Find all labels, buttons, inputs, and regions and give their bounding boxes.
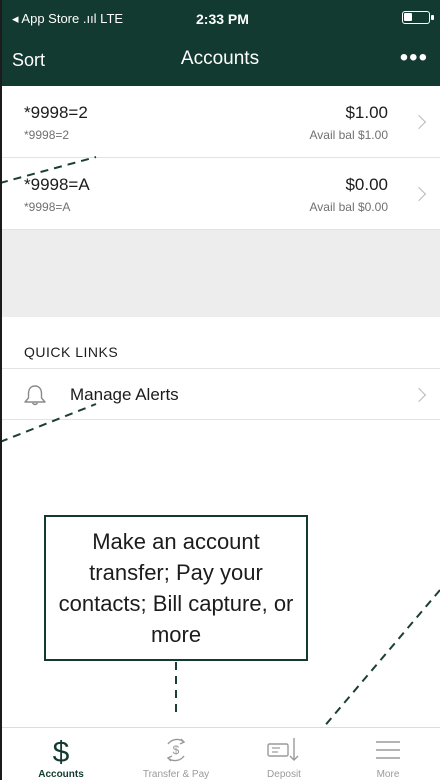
status-time: 2:33 PM [196, 11, 249, 27]
tab-accounts[interactable]: $ Accounts [11, 728, 111, 780]
more-options-button[interactable]: ••• [400, 44, 428, 72]
chevron-right-icon [411, 387, 427, 403]
bell-icon [22, 383, 48, 412]
transfer-pay-icon: $ [126, 732, 226, 766]
account-number: *9998=A [24, 200, 71, 214]
account-balance: $1.00 [345, 103, 388, 122]
account-number: *9998=2 [24, 128, 70, 142]
tab-transfer-pay[interactable]: $ Transfer & Pay [126, 728, 226, 780]
carrier-indicator[interactable]: ◂ App Store .ııl LTE [12, 11, 123, 27]
svg-text:$: $ [53, 736, 70, 766]
device-edge [0, 0, 2, 780]
header-bar: ◂ App Store .ııl LTE 2:33 PM Sort Accoun… [0, 0, 440, 86]
quick-link-manage-alerts[interactable]: Manage Alerts [0, 368, 440, 420]
account-row[interactable]: *9998=A *9998=A $0.00 Avail bal $0.00 [0, 158, 440, 230]
battery-level [404, 13, 412, 21]
annotation-callout: Make an account transfer; Pay your conta… [44, 515, 308, 661]
account-balance: $0.00 [345, 175, 388, 194]
svg-text:$: $ [173, 743, 180, 757]
section-divider [0, 230, 440, 317]
account-name: *9998=2 [24, 103, 88, 122]
tab-more[interactable]: More [338, 728, 438, 780]
tab-label: Accounts [38, 769, 84, 780]
page-title: Accounts [180, 48, 260, 69]
chevron-right-icon [411, 186, 427, 202]
tab-label: Deposit [267, 769, 301, 780]
quick-links-header: QUICK LINKS [24, 344, 119, 360]
chevron-right-icon [411, 114, 427, 130]
deposit-check-icon [234, 732, 334, 766]
quick-link-label: Manage Alerts [70, 385, 179, 404]
tab-label: Transfer & Pay [142, 769, 210, 780]
available-balance: Avail bal $1.00 [309, 128, 388, 142]
app-screen: ◂ App Store .ııl LTE 2:33 PM Sort Accoun… [0, 0, 440, 780]
hamburger-menu-icon [338, 732, 438, 766]
dollar-icon: $ [11, 732, 111, 769]
account-row[interactable]: *9998=2 *9998=2 $1.00 Avail bal $1.00 [0, 86, 440, 158]
status-bar: ◂ App Store .ııl LTE 2:33 PM [0, 0, 440, 36]
tab-deposit[interactable]: Deposit [234, 728, 334, 780]
available-balance: Avail bal $0.00 [309, 200, 388, 214]
tab-label: More [376, 769, 400, 780]
nav-bar: Sort Accounts ••• [0, 36, 440, 86]
battery-icon [402, 11, 434, 24]
account-name: *9998=A [24, 175, 90, 194]
tab-bar: $ Accounts $ Transfer & Pay Deposit More [0, 727, 440, 780]
callout-text: Make an account transfer; Pay your conta… [58, 529, 294, 647]
